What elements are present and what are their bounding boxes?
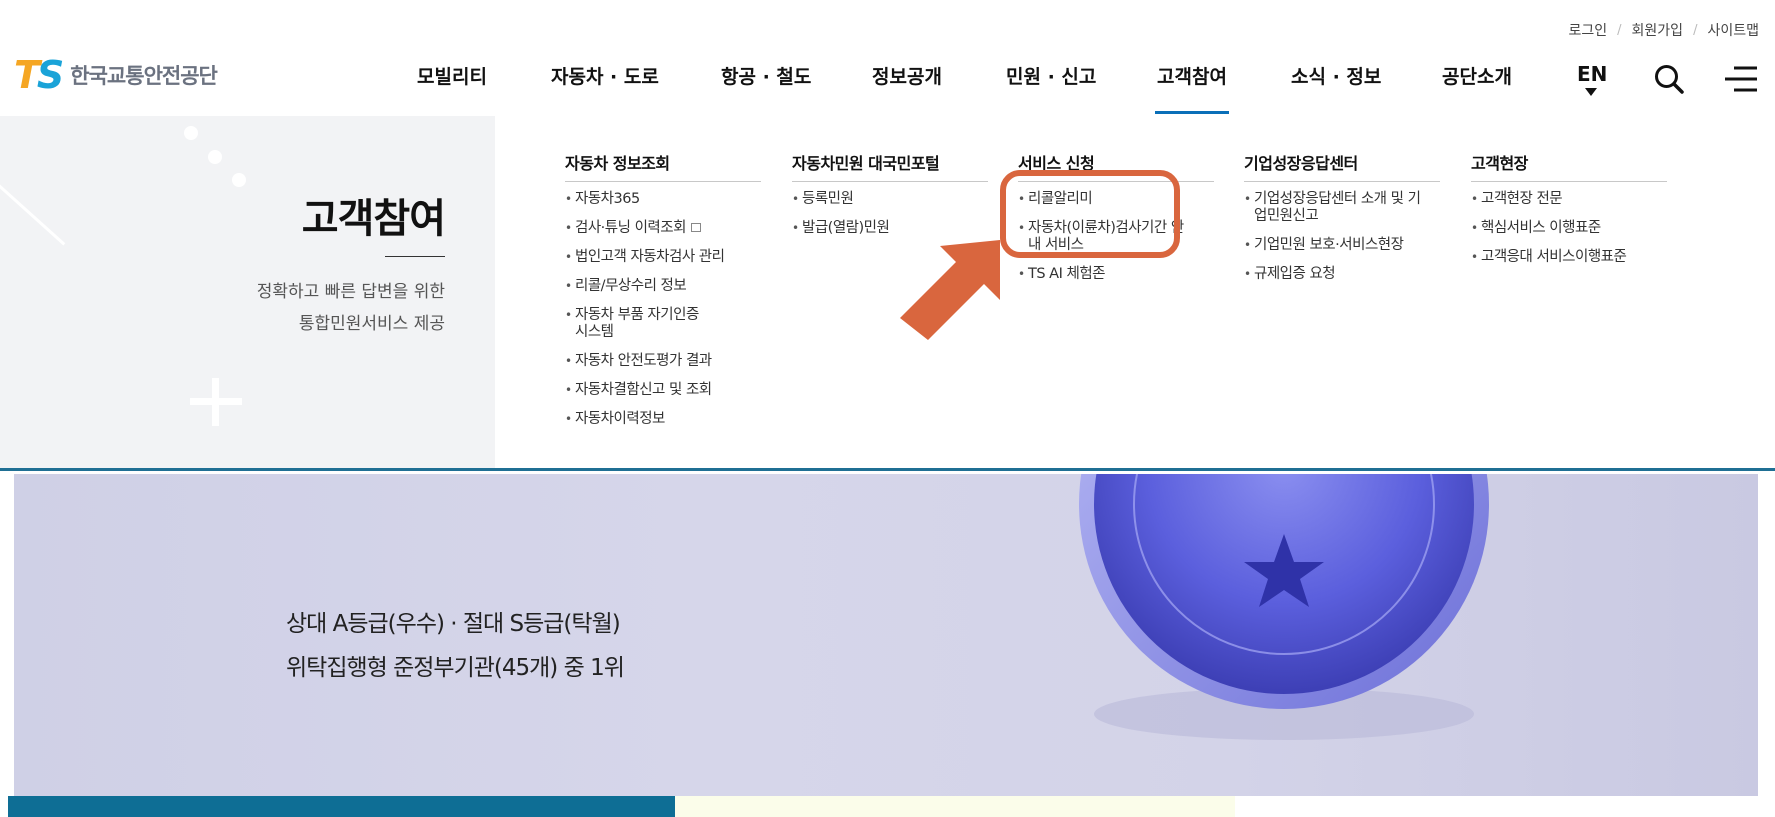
- menu-item-label: 규제입증 요청: [1254, 266, 1336, 282]
- nav-customer-participation[interactable]: 고객참여: [1155, 62, 1229, 114]
- ts-logo[interactable]: T S 한국교통안전공단: [14, 53, 218, 97]
- menu-item[interactable]: 등록민원: [792, 191, 988, 208]
- separator: /: [1617, 22, 1622, 38]
- menu-item[interactable]: 핵심서비스 이행표준: [1471, 220, 1667, 237]
- decor-plus: [212, 378, 219, 426]
- menu-item[interactable]: TS AI 체험존: [1018, 266, 1214, 283]
- menu-item[interactable]: 자동차 안전도평가 결과: [565, 353, 761, 370]
- menu-item[interactable]: 자동차이력정보: [565, 411, 761, 428]
- logo-name: 한국교통안전공단: [70, 64, 218, 88]
- nav-news-info[interactable]: 소식 · 정보: [1291, 62, 1381, 114]
- mega-menu: 고객참여 정확하고 빠른 답변을 위한 통합민원서비스 제공 자동차 정보조회 …: [0, 116, 1775, 471]
- menu-item[interactable]: 리콜/무상수리 정보: [565, 278, 761, 295]
- menu-item[interactable]: 기업성장응답센터 소개 및 기업민원신고: [1244, 191, 1424, 225]
- decor-dot: [184, 126, 198, 140]
- banner-line-1: 상대 A등급(우수) · 절대 S등급(탁월): [286, 611, 621, 637]
- divider: [385, 256, 445, 257]
- separator: /: [1693, 22, 1698, 38]
- nav-about[interactable]: 공단소개: [1442, 62, 1512, 114]
- menu-item-label: TS AI 체험존: [1028, 266, 1106, 282]
- decor-dot: [208, 150, 222, 164]
- description-line: 통합민원서비스 제공: [298, 314, 445, 334]
- column-heading[interactable]: 고객현장: [1471, 150, 1667, 182]
- menu-item-label: 법인고객 자동차검사 관리: [575, 249, 725, 265]
- menu-item[interactable]: 자동차결함신고 및 조회: [565, 382, 761, 399]
- menu-item[interactable]: 법인고객 자동차검사 관리: [565, 249, 761, 266]
- nav-civil-report[interactable]: 민원 · 신고: [1006, 62, 1096, 114]
- menu-item-label: 발급(열람)민원: [802, 220, 890, 236]
- menu-item[interactable]: 규제입증 요청: [1244, 266, 1440, 283]
- menu-item-label: 핵심서비스 이행표준: [1481, 220, 1601, 236]
- signup-link[interactable]: 회원가입: [1632, 20, 1684, 40]
- login-link[interactable]: 로그인: [1569, 20, 1608, 40]
- menu-item[interactable]: 발급(열람)민원: [792, 220, 988, 237]
- menu-item[interactable]: 고객응대 서비스이행표준: [1471, 249, 1667, 266]
- menu-column-car-info: 자동차 정보조회 자동차365 검사·튜닝 이력조회 법인고객 자동차검사 관리…: [565, 150, 761, 440]
- menu-item-label: 자동차365: [575, 191, 640, 207]
- menu-item-label: 자동차이력정보: [575, 411, 665, 427]
- decor-line: [0, 176, 66, 246]
- column-heading[interactable]: 자동차민원 대국민포털: [792, 150, 988, 182]
- mega-menu-description: 정확하고 빠른 답변을 위한 통합민원서비스 제공: [257, 276, 445, 340]
- decor-dot: [232, 173, 246, 187]
- medal-image: [1044, 474, 1524, 748]
- column-heading[interactable]: 자동차 정보조회: [565, 150, 761, 182]
- nav-air-rail[interactable]: 항공 · 철도: [721, 62, 811, 114]
- nav-car-road[interactable]: 자동차 · 도로: [551, 62, 659, 114]
- nav-info-disclosure[interactable]: 정보공개: [872, 62, 942, 114]
- menu-column-car-portal: 자동차민원 대국민포털 등록민원 발급(열람)민원: [792, 150, 988, 249]
- menu-item-label: 고객현장 전문: [1481, 191, 1563, 207]
- nav-mobility[interactable]: 모빌리티: [417, 62, 487, 114]
- logo-mark-s: S: [36, 53, 65, 97]
- menu-item[interactable]: 고객현장 전문: [1471, 191, 1667, 208]
- menu-item-label: 고객응대 서비스이행표준: [1481, 249, 1627, 265]
- menu-item-label: 검사·튜닝 이력조회: [575, 220, 686, 236]
- hamburger-menu-icon[interactable]: [1724, 66, 1758, 96]
- language-toggle[interactable]: EN: [1577, 62, 1607, 86]
- search-icon[interactable]: [1654, 64, 1684, 98]
- highlight-annotation: [1000, 170, 1180, 258]
- menu-item[interactable]: 기업민원 보호·서비스현장: [1244, 237, 1440, 254]
- menu-item-label: 자동차결함신고 및 조회: [575, 382, 712, 398]
- new-window-icon: [690, 223, 701, 232]
- menu-item-label: 기업민원 보호·서비스현장: [1254, 237, 1404, 253]
- menu-item[interactable]: 자동차 부품 자기인증 시스템: [565, 307, 715, 341]
- banner-line-2: 위탁집행형 준정부기관(45개) 중 1위: [286, 655, 625, 681]
- mega-menu-intro: 고객참여 정확하고 빠른 답변을 위한 통합민원서비스 제공: [0, 116, 495, 468]
- menu-item-label: 자동차 안전도평가 결과: [575, 353, 712, 369]
- menu-item-label: 리콜/무상수리 정보: [575, 278, 687, 294]
- bottom-bar-light: [675, 796, 1235, 817]
- sitemap-link[interactable]: 사이트맵: [1707, 20, 1759, 40]
- utility-links: 로그인 / 회원가입 / 사이트맵: [1569, 20, 1759, 40]
- menu-item-label: 자동차 부품 자기인증 시스템: [575, 307, 699, 340]
- menu-column-business-center: 기업성장응답센터 기업성장응답센터 소개 및 기업민원신고 기업민원 보호·서비…: [1244, 150, 1440, 295]
- menu-column-customer-field: 고객현장 고객현장 전문 핵심서비스 이행표준 고객응대 서비스이행표준: [1471, 150, 1667, 278]
- evaluation-banner[interactable]: 상대 A등급(우수) · 절대 S등급(탁월) 위탁집행형 준정부기관(45개)…: [14, 474, 1758, 796]
- column-heading[interactable]: 기업성장응답센터: [1244, 150, 1440, 182]
- description-line: 정확하고 빠른 답변을 위한: [256, 282, 445, 302]
- pointer-arrow-icon: [900, 240, 1010, 344]
- menu-item[interactable]: 검사·튜닝 이력조회: [565, 220, 761, 237]
- chevron-down-icon: [1585, 88, 1597, 96]
- mega-menu-title: 고객참여: [301, 196, 446, 242]
- menu-item-label: 등록민원: [802, 191, 854, 207]
- logo-mark-t: T: [14, 53, 40, 97]
- menu-item-label: 기업성장응답센터 소개 및 기업민원신고: [1254, 191, 1421, 224]
- menu-item[interactable]: 자동차365: [565, 191, 761, 208]
- bottom-bar-blue: [8, 796, 675, 817]
